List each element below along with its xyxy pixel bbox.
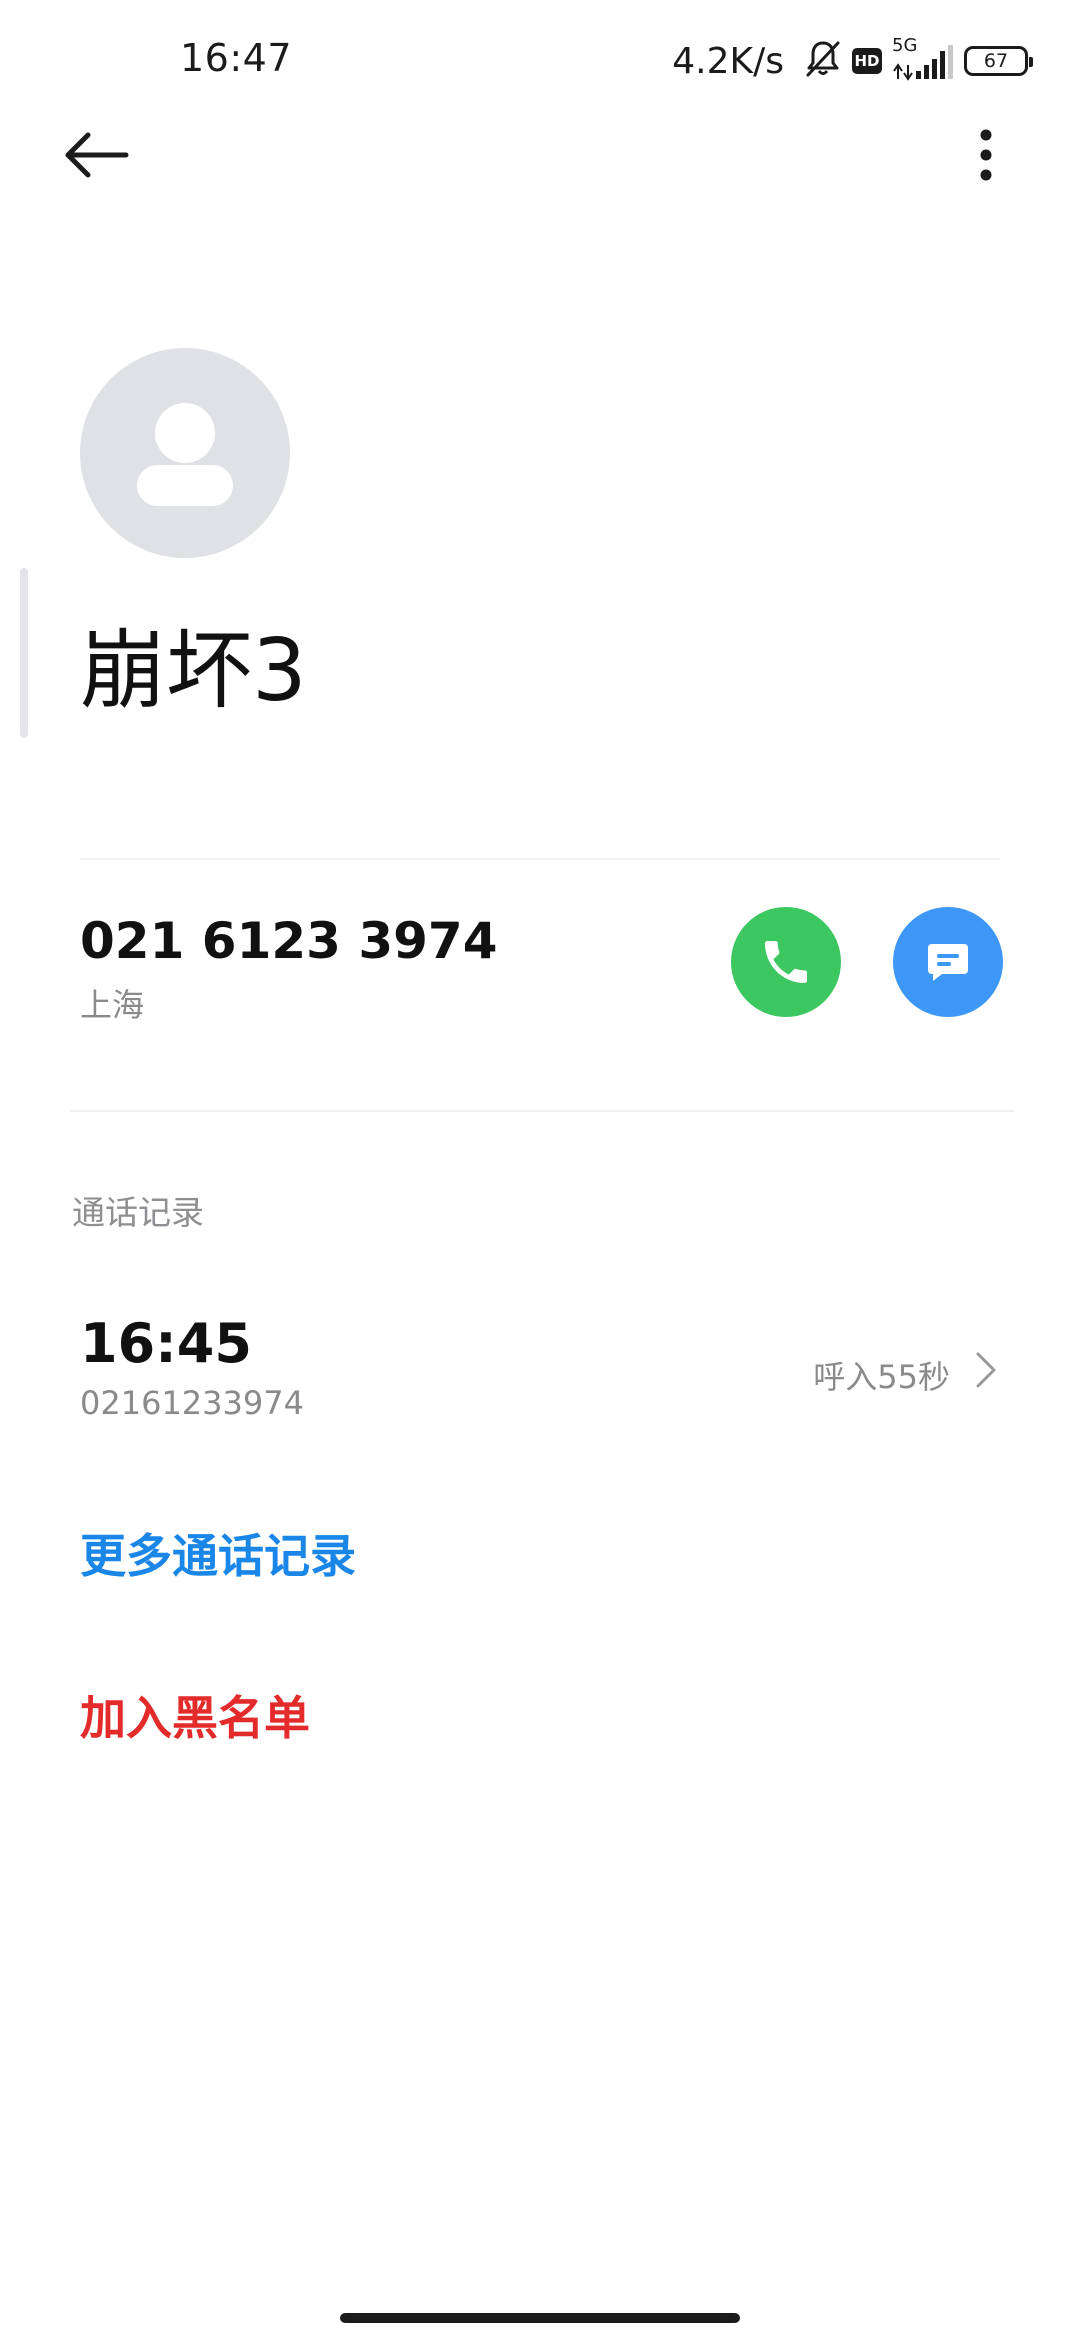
hd-icon: HD [852, 48, 882, 74]
scroll-indicator [20, 568, 28, 738]
call-duration: 呼入55秒 [813, 1358, 950, 1396]
chevron-right-icon [976, 1352, 996, 1388]
call-log-title: 通话记录 [72, 1193, 204, 1232]
more-vertical-icon [980, 129, 992, 181]
contact-name: 崩坏3 [80, 621, 307, 721]
message-button[interactable] [893, 907, 1003, 1017]
call-log-item[interactable]: 16:45 02161233974 呼入55秒 [80, 1300, 1010, 1430]
message-icon [928, 944, 968, 981]
status-bar: 16:47 4.2K/s HD 5G 67 [0, 0, 1080, 120]
more-options-button[interactable] [960, 120, 1012, 190]
call-time: 16:45 [80, 1312, 252, 1375]
call-button[interactable] [731, 907, 841, 1017]
call-number: 02161233974 [80, 1384, 304, 1422]
contact-avatar [80, 348, 290, 558]
phone-number-row[interactable]: 021 6123 3974 上海 [80, 900, 1010, 1050]
phone-number: 021 6123 3974 [80, 912, 498, 970]
battery-icon: 67 [964, 46, 1033, 76]
home-indicator[interactable] [340, 2313, 740, 2323]
arrow-left-icon [65, 132, 129, 178]
phone-icon [765, 941, 807, 983]
more-call-records-link[interactable]: 更多通话记录 [80, 1520, 356, 1586]
battery-level: 67 [983, 50, 1009, 72]
divider [80, 858, 1000, 860]
person-icon [137, 403, 233, 506]
contact-detail-screen: 16:47 4.2K/s HD 5G 67 崩坏3 021 6123 3974 … [0, 0, 1080, 2340]
signal-5g-icon: 5G [892, 35, 954, 81]
back-button[interactable] [60, 125, 140, 185]
status-icons: 4.2K/s HD 5G 67 [672, 35, 1033, 86]
add-to-blacklist-button[interactable]: 加入黑名单 [80, 1682, 310, 1748]
network-speed: 4.2K/s [672, 40, 784, 82]
status-time: 16:47 [180, 36, 293, 80]
phone-location: 上海 [80, 986, 145, 1024]
mute-bell-icon [804, 39, 842, 83]
divider [70, 1110, 1014, 1112]
